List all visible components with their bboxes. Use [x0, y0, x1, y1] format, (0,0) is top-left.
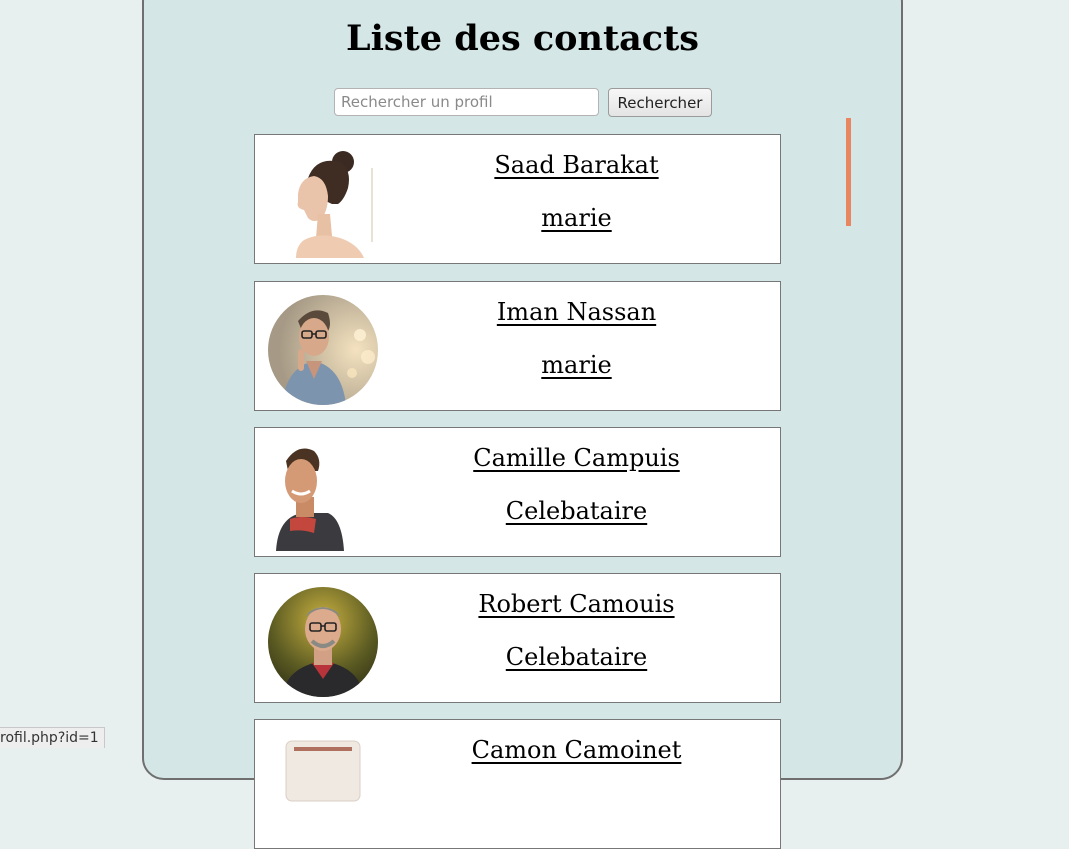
contact-status-link[interactable]: Celebataire	[385, 497, 768, 525]
page-title: Liste des contacts	[346, 18, 699, 59]
status-bar-url: rofil.php?id=1	[0, 727, 105, 748]
search-input[interactable]	[334, 88, 599, 116]
avatar-photo[interactable]	[268, 441, 378, 551]
contact-name-link[interactable]: Camille Campuis	[385, 444, 768, 472]
contact-name-link[interactable]: Iman Nassan	[385, 298, 768, 326]
contact-name-link[interactable]: Saad Barakat	[385, 151, 768, 179]
avatar-photo[interactable]	[268, 148, 378, 258]
contact-name-link[interactable]: Camon Camoinet	[385, 736, 768, 764]
contact-card[interactable]: Iman Nassan marie	[254, 281, 781, 411]
contact-name-link[interactable]: Robert Camouis	[385, 590, 768, 618]
contact-card[interactable]: Camille Campuis Celebataire	[254, 427, 781, 557]
avatar-photo[interactable]	[268, 587, 378, 697]
contact-status-link[interactable]: marie	[385, 204, 768, 232]
search-button[interactable]: Rechercher	[608, 88, 712, 117]
scrollbar-thumb[interactable]	[846, 118, 851, 226]
contact-status-link[interactable]: Celebataire	[385, 643, 768, 671]
contact-card[interactable]: Camon Camoinet	[254, 719, 781, 849]
avatar-photo[interactable]	[268, 733, 378, 843]
avatar-photo[interactable]	[268, 295, 378, 405]
contact-card[interactable]: Saad Barakat marie	[254, 134, 781, 264]
contact-status-link[interactable]: marie	[385, 351, 768, 379]
contact-card[interactable]: Robert Camouis Celebataire	[254, 573, 781, 703]
